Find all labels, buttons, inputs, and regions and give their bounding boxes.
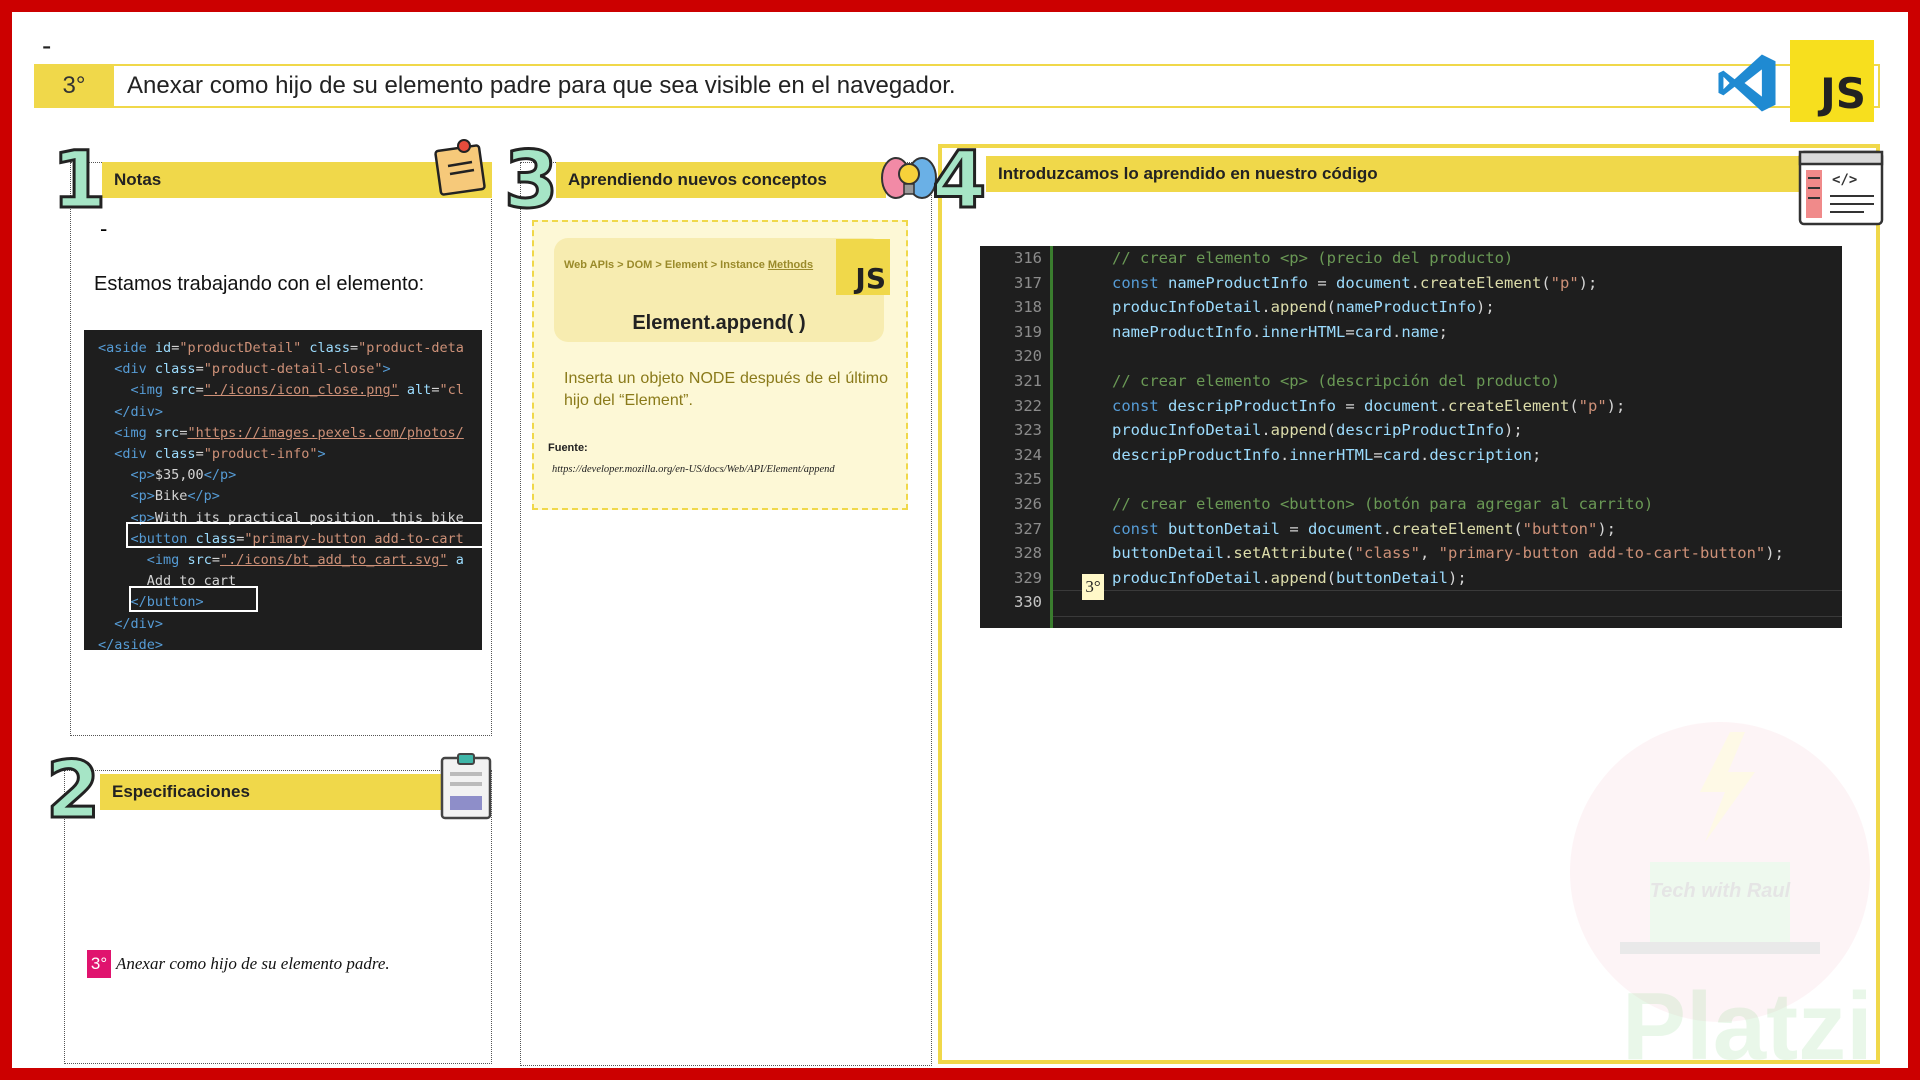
line-text: nameProductInfo.innerHTML=card.name; [1112, 322, 1449, 341]
concept-source-label: Fuente: [548, 442, 588, 454]
line-text: buttonDetail.setAttribute("class", "prim… [1112, 544, 1784, 563]
line-text: const descripProductInfo = document.crea… [1112, 396, 1626, 415]
sticky-note-icon [434, 139, 486, 196]
line-number: 316 [1014, 249, 1042, 267]
javascript-badge-icon: JS [836, 239, 890, 295]
line-number: 317 [1014, 273, 1042, 292]
brain-bulb-icon [881, 157, 937, 199]
concept-source-url[interactable]: https://developer.mozilla.org/en-US/docs… [552, 464, 835, 475]
section-number-2: 2 [44, 746, 101, 836]
platzi-watermark: Platzi [1622, 973, 1873, 1068]
specs-panel [64, 770, 492, 1064]
line-number: 326 [1014, 495, 1042, 513]
snippet-line: <div class="product-info"> [114, 446, 326, 463]
line-text: const nameProductInfo = document.createE… [1112, 273, 1598, 292]
line-number: 327 [1014, 519, 1042, 538]
header-step-badge: 3° [34, 64, 114, 108]
line-text: const buttonDetail = document.createElem… [1112, 519, 1616, 538]
spec-text: Anexar como hijo de su elemento padre. [116, 954, 390, 973]
line-number: 323 [1014, 421, 1042, 440]
snippet-line: </div> [114, 615, 164, 632]
snippet-line: </div> [114, 403, 164, 420]
line-number: 321 [1014, 372, 1042, 390]
line-number: 325 [1014, 470, 1042, 489]
code-editor: 316 // crear elemento <p> (precio del pro… [980, 246, 1842, 628]
code-title: Introduzcamos lo aprendido en nuestro có… [986, 156, 1808, 192]
section-number-1: 1 [50, 136, 107, 226]
slide: - 3° Anexar como hijo de su elemento pad… [12, 12, 1908, 1068]
snippet-highlight-button-close [129, 586, 258, 612]
snippet-line: <img src="./icons/icon_close.png" alt="c… [130, 382, 464, 399]
concept-description: Inserta un objeto NODE después de el últ… [564, 370, 888, 409]
concepts-title: Aprendiendo nuevos conceptos [556, 162, 886, 198]
vscode-icon [1718, 54, 1776, 112]
code-window-icon: </> [1798, 150, 1884, 226]
section-number-4: 4 [930, 136, 987, 226]
line-number: 330 [1014, 593, 1042, 612]
breadcrumb-path: Web APIs > DOM > Element > Instance [564, 259, 768, 271]
line-number: 328 [1014, 544, 1042, 563]
snippet-line: <img src="./icons/bt_add_to_cart.svg" a [146, 552, 464, 569]
breadcrumb-link[interactable]: Methods [768, 259, 813, 271]
line-text: descripProductInfo.innerHTML=card.descri… [1112, 445, 1542, 464]
git-change-gutter [1050, 246, 1053, 628]
line-number: 329 [1014, 568, 1042, 587]
watermark-text: Tech with Raul [1650, 880, 1791, 902]
snippet-line: <p>$35,00</p> [130, 467, 237, 484]
line-text: // crear elemento <p> (precio del produc… [1112, 249, 1514, 267]
line-text: producInfoDetail.append(descripProductIn… [1112, 421, 1523, 440]
header-title: Anexar como hijo de su elemento padre pa… [127, 72, 956, 99]
concept-title: Element.append( ) [632, 312, 806, 334]
line-text: // crear elemento <button> (botón para a… [1112, 495, 1654, 513]
javascript-icon: JS [1790, 40, 1874, 122]
code-step-badge: 3° [1082, 574, 1104, 600]
line-number: 322 [1014, 396, 1042, 415]
top-dash: - [42, 30, 52, 61]
section-number-3: 3 [502, 136, 559, 226]
snippet-line: <div class="product-detail-close"> [114, 361, 391, 378]
snippet-line: <aside id="productDetail" class="product… [98, 340, 464, 356]
snippet-line: </aside> [98, 636, 164, 650]
clipboard-icon [440, 753, 492, 820]
spec-step-badge: 3° [87, 950, 111, 978]
concept-breadcrumb: Web APIs > DOM > Element > Instance Meth… [564, 259, 813, 271]
current-line-highlight [1050, 590, 1842, 617]
snippet-line: <img src="https://images.pexels.com/phot… [114, 424, 464, 441]
line-number: 318 [1014, 298, 1042, 317]
line-text: producInfoDetail.append(nameProductInfo)… [1112, 298, 1495, 317]
line-number: 324 [1014, 445, 1042, 464]
notes-dash: - [100, 216, 108, 241]
notes-text: Estamos trabajando con el elemento: [94, 273, 425, 295]
snippet-line: <p>Bike</p> [130, 488, 220, 505]
line-text: // crear elemento <p> (descripción del p… [1112, 372, 1560, 390]
svg-text:</>: </> [1832, 172, 1857, 188]
snippet-highlight-button-open [126, 522, 490, 548]
line-text: producInfoDetail.append(buttonDetail); [1112, 568, 1467, 587]
line-number: 320 [1014, 347, 1042, 366]
line-number: 319 [1014, 322, 1042, 341]
specs-title: Especificaciones [100, 774, 456, 810]
